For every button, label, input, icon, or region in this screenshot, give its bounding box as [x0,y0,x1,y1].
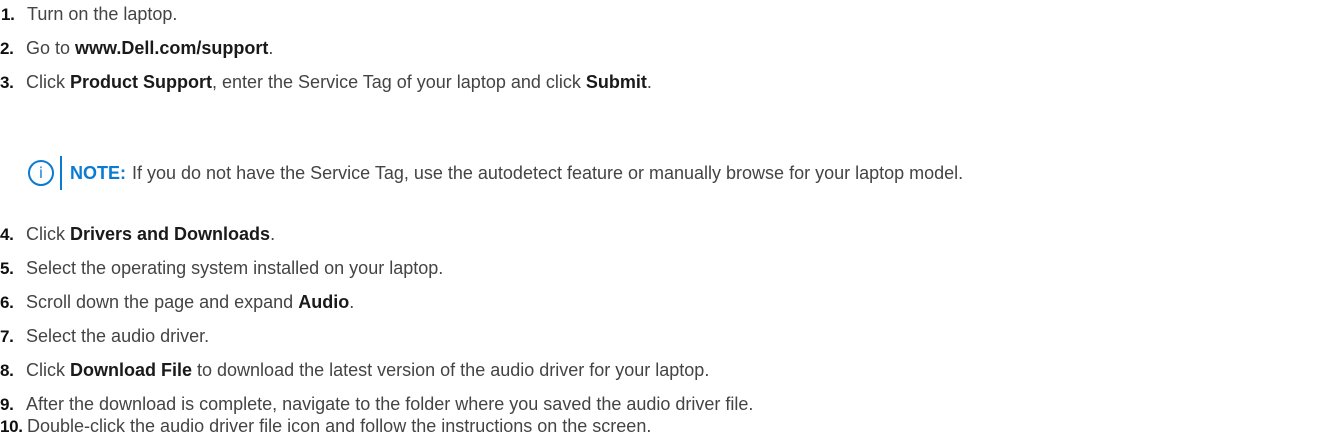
step-text: Turn on the laptop. [27,4,178,24]
support-url: www.Dell.com/support [75,38,269,58]
step-number: 4. [0,225,14,244]
step-number: 6. [0,293,14,312]
drivers-downloads-term: Drivers and Downloads [70,224,271,244]
step-text: Select the audio driver. [26,326,210,346]
step-2: 2. Go to www.Dell.com/support. [0,37,273,59]
step-3: 3. Click Product Support, enter the Servi… [0,71,652,93]
step-number: 3. [0,73,14,92]
step-1: 1. Turn on the laptop. [0,3,177,25]
instruction-steps: 1. Turn on the laptop. 2. Go to www.Dell.c… [0,0,1317,439]
step-7: 7. Select the audio driver. [0,325,209,347]
step-text: . [270,224,276,244]
step-text: Click [26,72,70,92]
step-number: 8. [0,361,14,380]
step-text: Click [26,224,70,244]
step-number: 1. [1,5,15,24]
info-icon: i [28,160,54,186]
step-text: , enter the Service Tag of your laptop a… [212,72,586,92]
note-callout: i NOTE: If you do not have the Service T… [28,156,964,190]
note-divider [60,156,62,190]
step-text: After the download is complete, navigate… [26,394,754,414]
note-label: NOTE: [70,162,126,183]
step-text: Click [26,360,70,380]
step-text: Go to [26,38,76,58]
step-number: 9. [0,395,14,414]
step-9: 9. After the download is complete, naviga… [0,393,753,415]
step-10: 10. Double-click the audio driver file ic… [0,415,651,437]
step-text: . [349,292,355,312]
submit-term: Submit [585,72,647,92]
step-text: Select the operating system installed on… [26,258,444,278]
product-support-term: Product Support [70,72,212,92]
step-text: Scroll down the page and expand [26,292,299,312]
step-8: 8. Click Download File to download the la… [0,359,709,381]
step-number: 10. [0,417,23,436]
step-text: Double-click the audio driver file icon … [27,416,652,436]
step-number: 2. [0,39,14,58]
audio-term: Audio [298,292,350,312]
step-text: . [268,38,274,58]
download-file-term: Download File [70,360,193,380]
step-text: . [646,72,652,92]
note-text: If you do not have the Service Tag, use … [132,162,964,183]
step-4: 4. Click Drivers and Downloads. [0,223,275,245]
step-5: 5. Select the operating system installed … [0,257,443,279]
step-number: 7. [0,327,14,346]
step-number: 5. [0,259,14,278]
step-text: to download the latest version of the au… [192,360,710,380]
step-6: 6. Scroll down the page and expand Audio. [0,291,354,313]
